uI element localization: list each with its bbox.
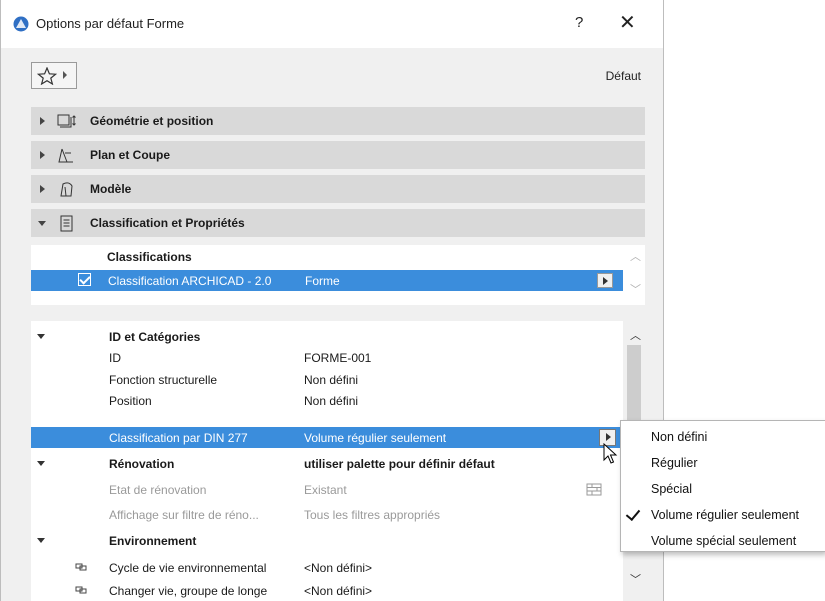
property-row-selected[interactable]: Classification par DIN 277 Volume réguli… <box>31 427 623 448</box>
group-label: Rénovation <box>109 457 175 471</box>
mouse-cursor-icon <box>603 443 618 464</box>
collapse-arrow-icon[interactable] <box>37 461 45 466</box>
panel-model[interactable]: Modèle <box>31 175 645 203</box>
classification-checkbox[interactable] <box>78 273 91 286</box>
expand-arrow-icon <box>40 151 45 159</box>
menu-item[interactable]: Régulier <box>621 450 825 476</box>
panel-label: Géométrie et position <box>90 114 214 128</box>
group-row[interactable]: Environnement <box>31 530 623 551</box>
scroll-down-icon[interactable]: ﹀ <box>630 281 641 297</box>
property-row[interactable]: Fonction structurelle Non défini <box>31 369 623 390</box>
property-value[interactable]: <Non défini> <box>304 584 372 598</box>
property-value[interactable]: Non défini <box>304 373 358 387</box>
property-row[interactable]: Changer vie, groupe de longe <Non défini… <box>31 580 623 601</box>
favorites-arrow-icon <box>63 71 67 79</box>
property-name: Etat de rénovation <box>109 483 207 497</box>
link-icon <box>75 563 87 571</box>
property-name: Position <box>109 394 152 408</box>
classification-system-label: Classification ARCHICAD - 2.0 <box>108 274 272 288</box>
menu-item[interactable]: Non défini <box>621 424 825 450</box>
property-name: Affichage sur filtre de réno... <box>109 508 259 522</box>
panel-label: Modèle <box>90 182 132 196</box>
expand-arrow-icon <box>40 185 45 193</box>
menu-item[interactable]: Volume spécial seulement <box>621 528 825 554</box>
group-label: ID et Catégories <box>109 330 201 344</box>
property-row[interactable]: ID FORME-001 <box>31 347 623 368</box>
panel-label: Plan et Coupe <box>90 148 171 162</box>
property-name: ID <box>109 351 121 365</box>
group-row[interactable]: ID et Catégories <box>31 326 623 347</box>
model-icon <box>60 182 73 197</box>
link-icon <box>75 586 87 594</box>
classification-value: Forme <box>305 274 340 288</box>
property-value: Tous les filtres appropriés <box>304 508 441 522</box>
property-value[interactable]: FORME-001 <box>304 351 371 365</box>
classification-picker-button[interactable] <box>597 273 613 288</box>
properties-list: ID et Catégories ID FORME-001 Fonction s… <box>31 321 645 601</box>
property-row[interactable]: Affichage sur filtre de réno... Tous les… <box>31 504 623 525</box>
archicad-app-icon <box>13 16 29 32</box>
close-button[interactable]: ✕ <box>619 10 636 35</box>
property-row[interactable]: Cycle de vie environnemental <Non défini… <box>31 557 623 578</box>
panel-classification[interactable]: Classification et Propriétés <box>31 209 645 237</box>
property-value[interactable]: Volume régulier seulement <box>304 431 446 445</box>
classifications-list: Classifications Classification ARCHICAD … <box>31 245 645 305</box>
property-value: Existant <box>304 483 347 497</box>
property-row[interactable]: Position Non défini <box>31 390 623 411</box>
group-row[interactable]: Rénovation utiliser palette pour définir… <box>31 453 623 474</box>
classifications-header: Classifications <box>107 250 192 264</box>
document-icon <box>60 215 73 232</box>
title-bar: Options par défaut Forme ? ✕ <box>1 0 663 48</box>
classification-row[interactable]: Classification ARCHICAD - 2.0 Forme <box>31 270 623 291</box>
property-name: Changer vie, groupe de longe <box>109 584 268 598</box>
collapse-arrow-icon <box>38 221 46 226</box>
menu-item-label: Non défini <box>651 430 708 444</box>
collapse-arrow-icon[interactable] <box>37 538 45 543</box>
panel-label: Classification et Propriétés <box>90 216 245 230</box>
value-dropdown-menu: Non défini Régulier Spécial Volume régul… <box>620 420 825 552</box>
property-value[interactable]: Non défini <box>304 394 358 408</box>
help-button[interactable]: ? <box>575 14 583 31</box>
menu-item-label: Volume spécial seulement <box>651 534 797 548</box>
checkmark-icon <box>625 505 641 522</box>
scroll-up-icon[interactable]: ︿ <box>630 327 641 343</box>
property-value[interactable]: <Non défini> <box>304 561 372 575</box>
group-label: Environnement <box>109 534 197 548</box>
scroll-up-icon[interactable]: ︿ <box>630 248 641 264</box>
property-name: Classification par DIN 277 <box>109 431 248 445</box>
options-dialog: Options par défaut Forme ? ✕ Défaut Géom… <box>0 0 664 601</box>
menu-item-label: Spécial <box>651 482 692 496</box>
property-name: Fonction structurelle <box>109 373 218 387</box>
expand-arrow-icon <box>40 117 45 125</box>
menu-item-checked[interactable]: Volume régulier seulement <box>621 502 825 528</box>
default-label: Défaut <box>605 69 641 83</box>
window-title: Options par défaut Forme <box>36 16 185 31</box>
classifications-scrollbar[interactable]: ︿ ﹀ <box>623 245 645 305</box>
group-note: utiliser palette pour définir défaut <box>304 457 495 471</box>
menu-item-label: Volume régulier seulement <box>651 508 799 522</box>
panel-geometry[interactable]: Géométrie et position <box>31 107 645 135</box>
floorplan-icon <box>58 148 73 163</box>
panel-floorplan[interactable]: Plan et Coupe <box>31 141 645 169</box>
property-row[interactable]: Etat de rénovation Existant <box>31 479 623 500</box>
scroll-down-icon[interactable]: ﹀ <box>630 571 641 587</box>
favorites-button[interactable] <box>31 62 77 89</box>
star-icon <box>37 67 57 85</box>
menu-item[interactable]: Spécial <box>621 476 825 502</box>
menu-item-label: Régulier <box>651 456 698 470</box>
renovation-brick-icon <box>586 483 602 496</box>
collapse-arrow-icon[interactable] <box>37 334 45 339</box>
geometry-icon <box>57 114 76 128</box>
property-name: Cycle de vie environnemental <box>109 561 267 575</box>
